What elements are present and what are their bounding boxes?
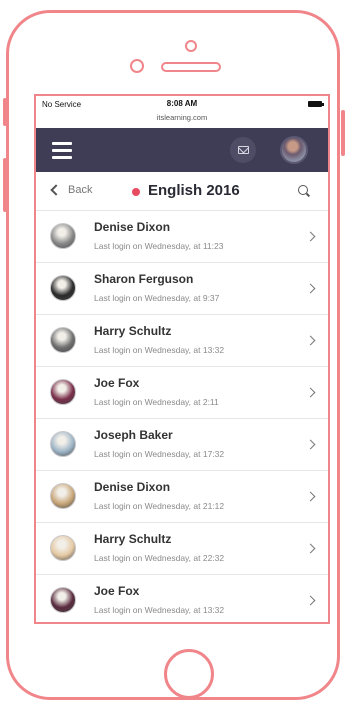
address-url[interactable]: itslearning.com [36, 113, 328, 122]
chevron-left-icon [50, 184, 62, 196]
user-avatar [50, 275, 76, 301]
user-name: Joe Fox [94, 584, 140, 598]
search-icon[interactable] [298, 185, 308, 195]
user-name: Joseph Baker [94, 428, 173, 442]
list-item[interactable]: Denise Dixon Last login on Wednesday, at … [36, 210, 328, 263]
list-item[interactable]: Joe Fox Last login on Wednesday, at 2:11 [36, 367, 328, 419]
last-login-text: Last login on Wednesday, at 2:11 [94, 397, 219, 407]
user-name: Harry Schultz [94, 532, 172, 546]
chevron-right-icon [305, 543, 316, 554]
back-label: Back [68, 184, 93, 196]
messages-button[interactable] [230, 137, 256, 163]
earpiece-speaker [161, 62, 221, 72]
list-item[interactable]: Harry Schultz Last login on Wednesday, at… [36, 523, 328, 575]
list-item[interactable]: Denise Dixon Last login on Wednesday, at … [36, 471, 328, 523]
chevron-right-icon [305, 439, 316, 450]
last-login-text: Last login on Wednesday, at 11:23 [94, 241, 224, 251]
last-login-text: Last login on Wednesday, at 17:32 [94, 449, 225, 459]
chevron-right-icon [305, 387, 316, 398]
user-name: Joe Fox [94, 376, 140, 390]
chevron-right-icon [305, 491, 316, 502]
page-title: English 2016 [148, 182, 240, 199]
user-avatar [50, 379, 76, 405]
chevron-right-icon [305, 231, 316, 242]
back-button[interactable]: Back [50, 184, 93, 196]
proximity-sensor [130, 59, 144, 73]
user-name: Denise Dixon [94, 480, 171, 494]
profile-avatar[interactable] [280, 136, 308, 164]
list-item[interactable]: Joseph Baker Last login on Wednesday, at … [36, 419, 328, 471]
battery-icon [308, 101, 324, 107]
status-time: 8:08 AM [166, 99, 198, 108]
hamburger-menu-icon[interactable] [52, 142, 72, 159]
user-avatar [50, 483, 76, 509]
app-header [36, 128, 328, 172]
last-login-text: Last login on Wednesday, at 13:32 [94, 605, 225, 615]
status-bar: No Service 8:08 AM itslearning.com [36, 96, 328, 128]
chevron-right-icon [305, 595, 316, 606]
user-avatar [50, 535, 76, 561]
list-item[interactable]: Sharon Ferguson Last login on Wednesday, … [36, 263, 328, 315]
list-item[interactable]: Harry Schultz Last login on Wednesday, at… [36, 315, 328, 367]
chevron-right-icon [305, 335, 316, 346]
power-button [341, 110, 345, 156]
user-name: Harry Schultz [94, 324, 172, 338]
user-avatar [50, 431, 76, 457]
participant-list: Denise Dixon Last login on Wednesday, at … [36, 210, 328, 622]
envelope-icon [237, 146, 249, 154]
last-login-text: Last login on Wednesday, at 21:12 [94, 501, 225, 511]
user-avatar [50, 587, 76, 613]
course-nav: Back English 2016 [36, 172, 328, 210]
user-avatar [50, 327, 76, 353]
mute-switch [3, 98, 7, 126]
list-item[interactable]: Joe Fox Last login on Wednesday, at 13:32 [36, 575, 328, 622]
chevron-right-icon [305, 283, 316, 294]
last-login-text: Last login on Wednesday, at 9:37 [94, 293, 220, 303]
user-name: Denise Dixon [94, 220, 171, 234]
volume-buttons [3, 158, 7, 212]
phone-screen: No Service 8:08 AM itslearning.com Back … [34, 94, 330, 624]
course-color-dot [132, 188, 140, 196]
home-button[interactable] [164, 649, 214, 699]
user-avatar [50, 223, 76, 249]
user-name: Sharon Ferguson [94, 272, 194, 286]
last-login-text: Last login on Wednesday, at 22:32 [94, 553, 225, 563]
front-camera [185, 40, 197, 52]
last-login-text: Last login on Wednesday, at 13:32 [94, 345, 225, 355]
